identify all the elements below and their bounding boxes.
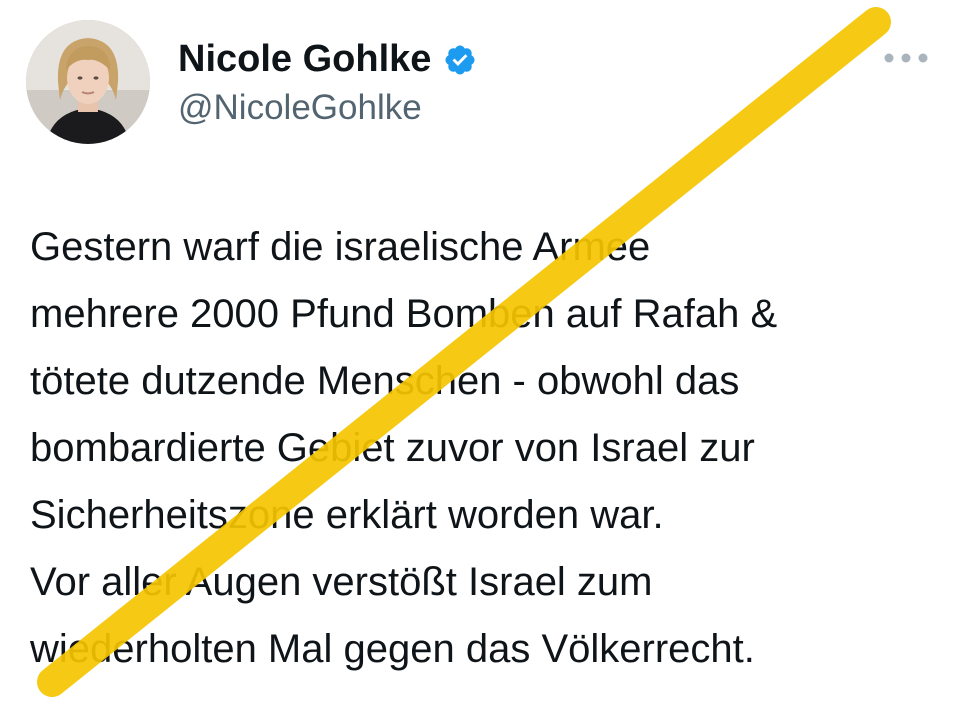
more-options-button[interactable] xyxy=(882,44,930,72)
tweet-text: Gestern warf die israelische Armee mehre… xyxy=(30,214,945,683)
tweet-card: Nicole Gohlke @NicoleGohlke Gestern warf… xyxy=(0,0,960,702)
tweet-line: bombardierte Gebiet zuvor von Israel zur xyxy=(30,426,755,470)
display-name[interactable]: Nicole Gohlke xyxy=(178,36,477,82)
tweet-line: tötete dutzende Menschen - obwohl das xyxy=(30,359,740,403)
user-handle[interactable]: @NicoleGohlke xyxy=(178,86,422,130)
verified-check-icon[interactable] xyxy=(443,42,477,76)
tweet-line: mehrere 2000 Pfund Bomben auf Rafah & xyxy=(30,292,778,336)
tweet-line: Vor aller Augen verstößt Israel zum xyxy=(30,560,653,604)
avatar-image xyxy=(26,20,150,144)
tweet-line: Sicherheitszone erklärt worden war. xyxy=(30,493,664,537)
more-horizontal-icon xyxy=(884,53,928,63)
tweet-line: wiederholten Mal gegen das Völkerrecht. xyxy=(30,627,755,671)
avatar[interactable] xyxy=(26,20,150,144)
tweet-line: Gestern warf die israelische Armee xyxy=(30,225,651,269)
display-name-text[interactable]: Nicole Gohlke xyxy=(178,36,431,82)
